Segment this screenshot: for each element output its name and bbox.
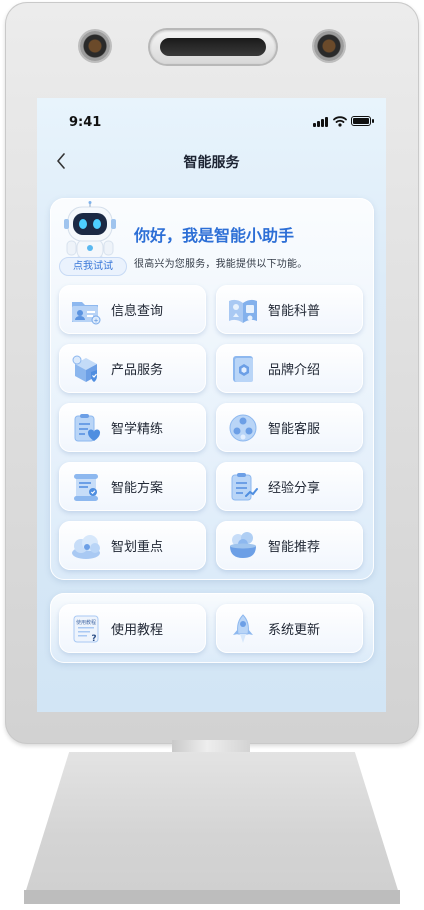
service-label: 智划重点 (111, 540, 164, 555)
service-label: 经验分享 (268, 481, 321, 496)
experience-clipboard-icon (224, 468, 262, 506)
service-tile-study-practice[interactable]: 智学精练 (59, 403, 206, 452)
svg-text:+: + (93, 317, 98, 324)
service-label: 智能推荐 (268, 540, 321, 555)
rocket-icon (224, 610, 262, 648)
service-tile-brand-intro[interactable]: 品牌介绍 (216, 344, 363, 393)
product-box-icon (67, 350, 105, 388)
status-time: 9:41 (69, 115, 102, 130)
service-label: 产品服务 (111, 363, 164, 378)
tutorial-doc-icon: 使用教程 ? (67, 610, 105, 648)
service-tile-experience-share[interactable]: 经验分享 (216, 462, 363, 511)
brand-book-icon (224, 350, 262, 388)
page-title: 智能服务 (183, 155, 240, 171)
camera-lens-left-icon (80, 31, 110, 61)
robot-assistant-icon[interactable] (62, 201, 118, 265)
service-tile-product-service[interactable]: 产品服务 (59, 344, 206, 393)
status-bar: 9:41 (37, 98, 386, 138)
camera-lens-right-icon (314, 31, 344, 61)
service-tile-key-points[interactable]: 智划重点 (59, 521, 206, 570)
signal-icon (313, 117, 329, 127)
service-tile-smart-science[interactable]: 智能科普 (216, 285, 363, 334)
camera-sensor-bar-icon (150, 30, 276, 64)
utility-label: 系统更新 (268, 623, 321, 638)
service-label: 智学精练 (111, 422, 164, 437)
assistant-greeting: 你好，我是智能小助手 (134, 226, 295, 245)
service-label: 品牌介绍 (268, 363, 321, 378)
service-label: 信息查询 (111, 304, 164, 319)
study-clipboard-icon (67, 409, 105, 447)
service-tile-smart-support[interactable]: 智能客服 (216, 403, 363, 452)
svg-text:?: ? (91, 634, 96, 644)
kiosk-stand-base (24, 752, 400, 897)
service-label: 智能科普 (268, 304, 321, 319)
service-tile-smart-plan[interactable]: 智能方案 (59, 462, 206, 511)
scroll-plan-icon (67, 468, 105, 506)
service-label: 智能客服 (268, 422, 321, 437)
try-me-button[interactable]: 点我试试 (59, 257, 127, 276)
utility-tile-system-update[interactable]: 系统更新 (216, 604, 363, 653)
tutorial-icon-text: 使用教程 (76, 619, 96, 626)
wifi-icon (333, 116, 347, 127)
recommend-bowl-icon (224, 527, 262, 565)
utility-grid: 使用教程 ? 使用教程 系统更新 (59, 604, 365, 653)
service-label: 智能方案 (111, 481, 164, 496)
science-book-icon (224, 291, 262, 329)
info-query-icon: + (67, 291, 105, 329)
service-grid: + 信息查询 智能科普 产品服务 品牌介绍 智学精练 智能客服 智能方案 经验分… (59, 285, 365, 570)
utility-label: 使用教程 (111, 623, 164, 638)
utility-tile-tutorial[interactable]: 使用教程 ? 使用教程 (59, 604, 206, 653)
service-tile-smart-recommend[interactable]: 智能推荐 (216, 521, 363, 570)
battery-icon (351, 116, 374, 126)
kiosk-screen: 9:41 智能服务 点我试试 你好，我是智能小助手 很高兴为您服务，我能提供以下… (37, 98, 386, 712)
kiosk-stand-base-edge (24, 890, 400, 904)
service-tile-info-query[interactable]: + 信息查询 (59, 285, 206, 334)
customer-service-icon (224, 409, 262, 447)
highlight-cloud-icon (67, 527, 105, 565)
assistant-description: 很高兴为您服务，我能提供以下功能。 (134, 259, 308, 270)
